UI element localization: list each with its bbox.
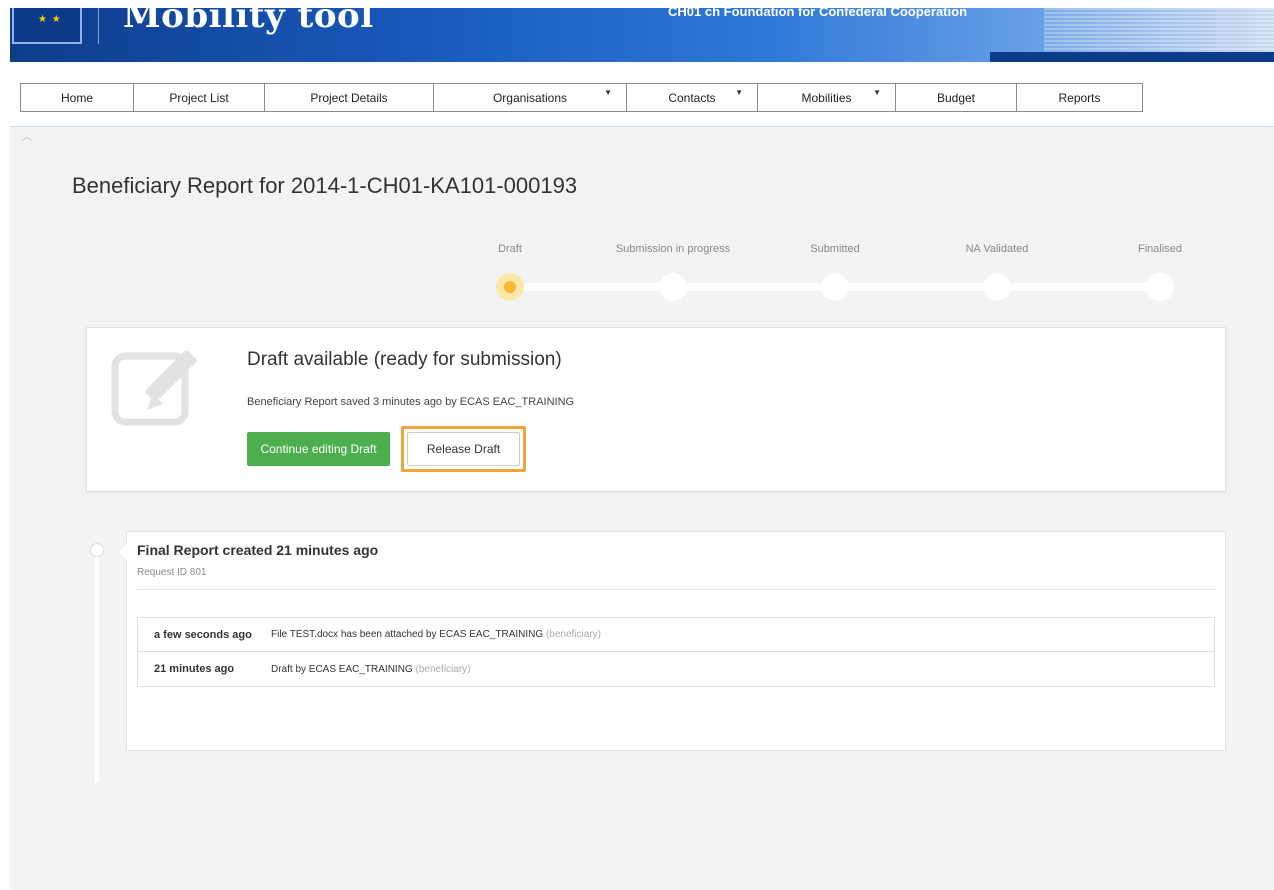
content-area bbox=[10, 127, 1274, 890]
collapse-icon[interactable]: ︿ bbox=[22, 128, 32, 143]
main-nav: Home Project List Project Details Organi… bbox=[20, 83, 1143, 112]
timeline-dot bbox=[90, 543, 104, 557]
log-time: 21 minutes ago bbox=[154, 663, 235, 675]
nav-contacts[interactable]: Contacts ▼ bbox=[627, 84, 758, 111]
step-label-draft: Draft bbox=[498, 243, 522, 255]
history-log-table: a few seconds ago File TEST.docx has bee… bbox=[137, 617, 1215, 687]
step-label-submission: Submission in progress bbox=[615, 243, 731, 255]
nav-home[interactable]: Home bbox=[21, 84, 134, 111]
eu-flag-icon: ★ ★ bbox=[12, 8, 82, 44]
continue-editing-button[interactable]: Continue editing Draft bbox=[247, 432, 390, 466]
nav-project-details[interactable]: Project Details bbox=[265, 84, 434, 111]
header-accent-bar bbox=[990, 52, 1274, 62]
log-role: (beneficiary) bbox=[415, 663, 471, 675]
draft-status-title: Draft available (ready for submission) bbox=[247, 349, 562, 370]
dropdown-caret-icon: ▼ bbox=[873, 88, 881, 97]
step-label-submitted: Submitted bbox=[810, 243, 860, 255]
nav-mobilities[interactable]: Mobilities ▼ bbox=[758, 84, 896, 111]
history-divider bbox=[137, 589, 1217, 590]
step-dot-submission bbox=[659, 273, 687, 301]
release-draft-button[interactable]: Release Draft bbox=[407, 432, 520, 466]
draft-card: Draft available (ready for submission) B… bbox=[86, 327, 1226, 492]
edit-document-icon bbox=[111, 350, 197, 426]
log-message: Draft by ECAS EAC_TRAINING (beneficiary) bbox=[271, 663, 471, 675]
nav-project-list[interactable]: Project List bbox=[134, 84, 265, 111]
dropdown-caret-icon: ▼ bbox=[604, 88, 612, 97]
timeline-line bbox=[95, 552, 99, 782]
draft-saved-info: Beneficiary Report saved 3 minutes ago b… bbox=[247, 396, 575, 408]
request-id: Request ID 801 bbox=[137, 567, 207, 578]
history-card: Final Report created 21 minutes ago Requ… bbox=[119, 531, 1226, 751]
nav-budget[interactable]: Budget bbox=[896, 84, 1017, 111]
nav-reports[interactable]: Reports bbox=[1017, 84, 1142, 111]
table-row: a few seconds ago File TEST.docx has bee… bbox=[138, 618, 1214, 652]
history-title: Final Report created 21 minutes ago bbox=[137, 542, 379, 558]
step-dot-finalised bbox=[1146, 273, 1174, 301]
app-title: Mobility tool bbox=[123, 8, 374, 36]
organisation-name: CH01 ch Foundation for Confederal Cooper… bbox=[668, 8, 968, 19]
step-label-finalised: Finalised bbox=[1137, 243, 1183, 255]
table-row: 21 minutes ago Draft by ECAS EAC_TRAININ… bbox=[138, 652, 1214, 686]
app-header: ★ ★ Mobility tool CH01 ch Foundation for… bbox=[10, 8, 1274, 62]
log-time: a few seconds ago bbox=[154, 628, 252, 641]
header-divider bbox=[98, 8, 99, 44]
step-label-na-validated: NA Validated bbox=[965, 243, 1029, 255]
step-dot-na-validated bbox=[983, 273, 1011, 301]
header-rule bbox=[10, 126, 1274, 127]
log-message: File TEST.docx has been attached by ECAS… bbox=[271, 629, 601, 640]
dropdown-caret-icon: ▼ bbox=[735, 88, 743, 97]
nav-organisations[interactable]: Organisations ▼ bbox=[434, 84, 627, 111]
step-dot-draft bbox=[496, 273, 524, 301]
step-dot-submitted bbox=[821, 273, 849, 301]
log-role: (beneficiary) bbox=[545, 629, 601, 640]
page-title: Beneficiary Report for 2014-1-CH01-KA101… bbox=[72, 173, 578, 198]
